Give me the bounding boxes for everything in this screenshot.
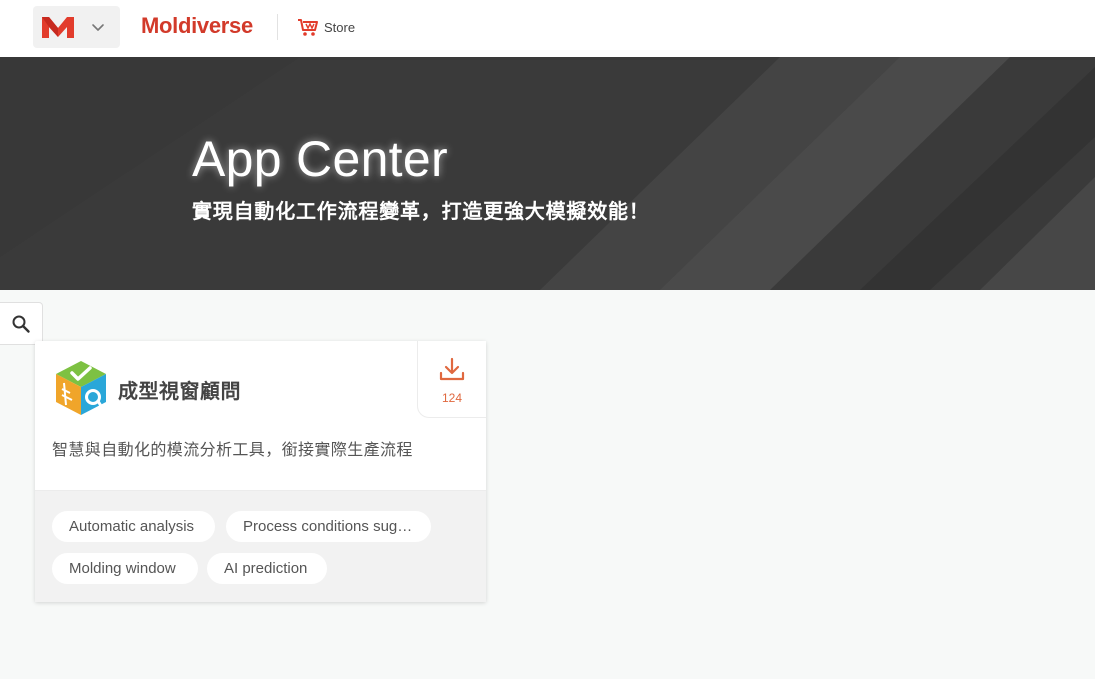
download-icon <box>439 357 465 381</box>
app-card[interactable]: 成型視窗顧問 智慧與自動化的模流分析工具，銜接實際生產流程 124 Automa… <box>35 341 486 602</box>
tag-process-conditions[interactable]: Process conditions sug… <box>226 511 431 542</box>
app-switcher-button[interactable] <box>33 6 120 48</box>
app-tags: Automatic analysis Process conditions su… <box>35 490 486 602</box>
search-button[interactable] <box>0 302 43 345</box>
search-icon <box>12 315 30 333</box>
tag-molding-window[interactable]: Molding window <box>52 553 198 584</box>
m-logo-icon <box>42 17 74 38</box>
hero-background <box>0 57 1095 290</box>
tag-automatic-analysis[interactable]: Automatic analysis <box>52 511 215 542</box>
download-count: 124 <box>441 391 463 405</box>
tag-ai-prediction[interactable]: AI prediction <box>207 553 327 584</box>
download-button[interactable]: 124 <box>417 341 486 418</box>
chevron-down-icon <box>92 24 104 31</box>
app-description: 智慧與自動化的模流分析工具，銜接實際生產流程 <box>52 442 413 459</box>
hero-banner: App Center 實現自動化工作流程變革，打造更強大模擬效能！ <box>0 57 1095 290</box>
app-name: 成型視窗顧問 <box>118 381 241 403</box>
store-cart-icon <box>298 19 318 36</box>
hero-subtitle: 實現自動化工作流程變革，打造更強大模擬效能！ <box>192 201 650 223</box>
app-cube-icon <box>56 361 106 415</box>
hero-title: App Center <box>192 131 448 187</box>
store-link[interactable]: Store <box>297 17 355 37</box>
top-bar: Moldiverse Store <box>0 0 1095 57</box>
brand-name[interactable]: Moldiverse <box>141 13 253 39</box>
header-divider <box>277 14 278 40</box>
store-label: Store <box>324 19 356 35</box>
